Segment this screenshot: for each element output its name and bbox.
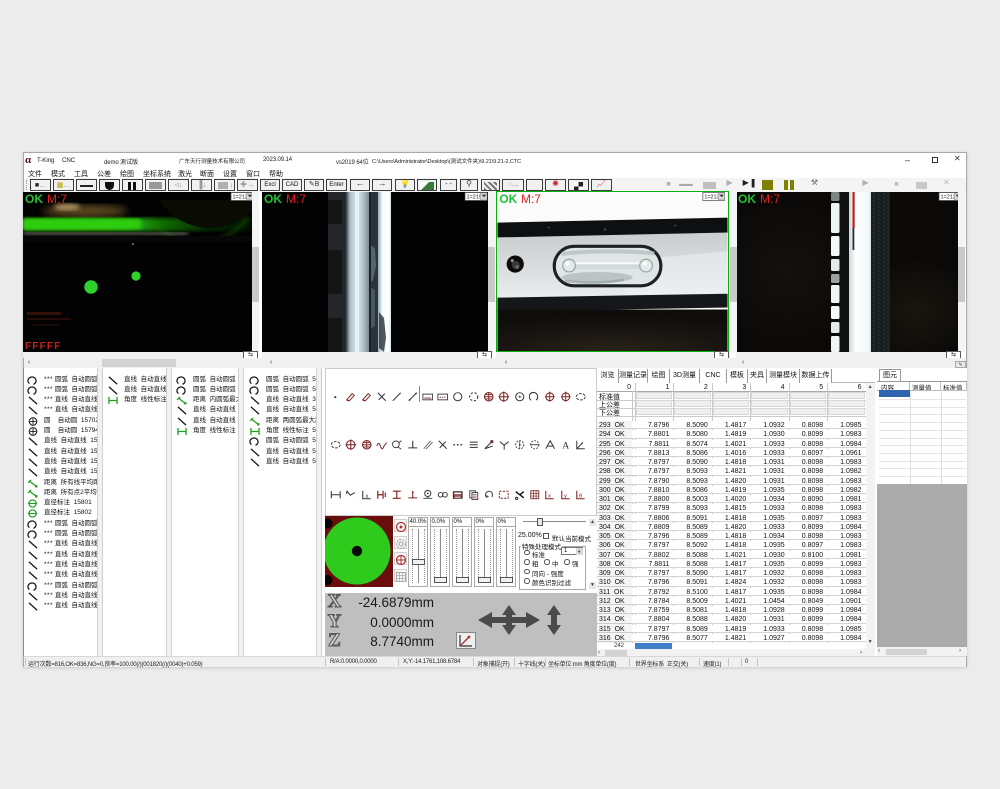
svg-text:y: y (563, 493, 566, 499)
svg-text:M:7: M:7 (760, 192, 780, 206)
svg-text:1=213: 1=213 (704, 194, 719, 200)
svg-text:1=212: 1=212 (233, 195, 248, 201)
svg-text:OK: OK (264, 192, 282, 206)
svg-text:M:7: M:7 (286, 192, 306, 206)
svg-text:OK: OK (499, 192, 517, 206)
svg-text:M:7: M:7 (47, 192, 67, 206)
svg-text:θ: θ (579, 493, 582, 499)
svg-text:OK: OK (738, 192, 756, 206)
svg-text:FFFFF: FFFFF (25, 341, 62, 352)
svg-text:M:7: M:7 (521, 192, 541, 206)
svg-text:1=212: 1=212 (941, 195, 956, 201)
svg-text:A: A (562, 440, 569, 450)
svg-text:OK: OK (25, 192, 43, 206)
svg-text:1=219: 1=219 (467, 195, 482, 201)
svg-text:x: x (548, 493, 551, 499)
